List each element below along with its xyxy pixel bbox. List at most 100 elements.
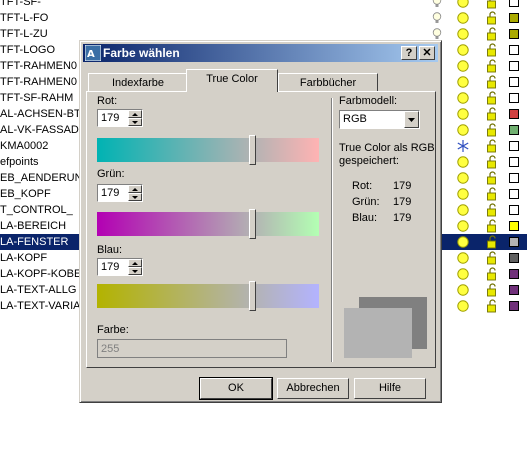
help-button[interactable]: Hilfe [354, 378, 426, 399]
color-swatch[interactable] [509, 301, 519, 311]
lock-icon[interactable] [485, 187, 499, 201]
color-swatch[interactable] [509, 173, 519, 183]
color-swatch[interactable] [509, 125, 519, 135]
lock-icon[interactable] [485, 299, 499, 313]
sun-icon[interactable] [456, 251, 470, 265]
lock-icon[interactable] [485, 171, 499, 185]
lock-icon[interactable] [485, 107, 499, 121]
tab-indexfarbe[interactable]: Indexfarbe [88, 73, 188, 93]
lock-icon[interactable] [485, 155, 499, 169]
color-swatch[interactable] [509, 77, 519, 87]
layer-row[interactable]: TFT-SF- [0, 0, 527, 10]
lock-icon[interactable] [485, 11, 499, 25]
color-swatch[interactable] [509, 253, 519, 263]
sun-icon[interactable] [456, 267, 470, 281]
color-swatch[interactable] [509, 45, 519, 55]
lock-icon[interactable] [485, 123, 499, 137]
color-model-label: Farbmodell: [339, 95, 398, 107]
lock-icon[interactable] [485, 251, 499, 265]
green-gradient[interactable] [97, 212, 319, 236]
color-swatch[interactable] [509, 285, 519, 295]
green-down-button[interactable] [128, 193, 142, 201]
color-swatch[interactable] [509, 93, 519, 103]
sun-icon[interactable] [456, 43, 470, 57]
ok-button[interactable]: OK [199, 377, 273, 400]
color-swatch[interactable] [509, 269, 519, 279]
green-spinner[interactable]: 179 [97, 184, 143, 202]
sun-icon[interactable] [456, 75, 470, 89]
lock-icon[interactable] [485, 219, 499, 233]
sun-icon[interactable] [456, 11, 470, 25]
color-swatch[interactable] [509, 29, 519, 39]
sun-icon[interactable] [456, 187, 470, 201]
tab-true-color[interactable]: True Color [186, 69, 278, 92]
color-swatch[interactable] [509, 189, 519, 199]
sun-icon[interactable] [456, 219, 470, 233]
sun-icon[interactable] [456, 59, 470, 73]
blue-up-button[interactable] [128, 259, 142, 267]
layer-name: LA-TEXT-VARIA [0, 300, 80, 312]
lock-icon[interactable] [485, 91, 499, 105]
color-swatch[interactable] [509, 0, 519, 7]
layer-row[interactable]: TFT-L-FO [0, 10, 527, 26]
close-button[interactable]: ✕ [419, 46, 435, 60]
sun-icon[interactable] [456, 299, 470, 313]
blue-label: Blau: [97, 244, 123, 256]
help-title-button[interactable]: ? [401, 46, 417, 60]
red-gradient[interactable] [97, 138, 319, 162]
sun-icon[interactable] [456, 203, 470, 217]
lock-icon[interactable] [485, 43, 499, 57]
sun-icon[interactable] [456, 235, 470, 249]
color-swatch[interactable] [509, 61, 519, 71]
sun-icon[interactable] [456, 91, 470, 105]
lock-icon[interactable] [485, 59, 499, 73]
layer-name: LA-TEXT-ALLG [0, 284, 77, 296]
color-label: Farbe: [97, 324, 129, 336]
tab-farbbuecher[interactable]: Farbbücher [278, 73, 378, 93]
color-swatch[interactable] [509, 205, 519, 215]
color-model-select[interactable]: RGB [339, 110, 420, 129]
red-slider-thumb[interactable] [249, 135, 256, 165]
layer-name: TFT-L-ZU [0, 28, 48, 40]
snowflake-icon[interactable] [456, 139, 470, 153]
lock-icon[interactable] [485, 0, 499, 9]
lock-icon[interactable] [485, 75, 499, 89]
sun-icon[interactable] [456, 155, 470, 169]
sun-icon[interactable] [456, 171, 470, 185]
title-bar[interactable]: A Farbe wählen ? ✕ [83, 44, 438, 62]
sun-icon[interactable] [456, 27, 470, 41]
sun-icon[interactable] [456, 107, 470, 121]
cancel-button[interactable]: Abbrechen [277, 378, 349, 399]
color-swatch[interactable] [509, 13, 519, 23]
lightbulb-icon[interactable] [432, 12, 442, 24]
blue-value: 179 [101, 261, 120, 273]
red-up-button[interactable] [128, 110, 142, 118]
color-swatch[interactable] [509, 109, 519, 119]
lock-icon[interactable] [485, 27, 499, 41]
arrow-down-icon [132, 196, 138, 199]
red-down-button[interactable] [128, 118, 142, 126]
lock-icon[interactable] [485, 283, 499, 297]
dropdown-button[interactable] [404, 111, 419, 128]
lock-icon[interactable] [485, 235, 499, 249]
blue-spinner[interactable]: 179 [97, 258, 143, 276]
green-slider-thumb[interactable] [249, 209, 256, 239]
color-swatch[interactable] [509, 221, 519, 231]
color-swatch[interactable] [509, 157, 519, 167]
sun-icon[interactable] [456, 123, 470, 137]
lightbulb-icon[interactable] [432, 0, 442, 8]
green-up-button[interactable] [128, 185, 142, 193]
red-spinner[interactable]: 179 [97, 109, 143, 127]
blue-slider-thumb[interactable] [249, 281, 256, 311]
color-swatch[interactable] [509, 237, 519, 247]
lock-icon[interactable] [485, 203, 499, 217]
lock-icon[interactable] [485, 139, 499, 153]
separator [331, 98, 333, 362]
lightbulb-icon[interactable] [432, 28, 442, 40]
lock-icon[interactable] [485, 267, 499, 281]
color-swatch[interactable] [509, 141, 519, 151]
blue-gradient[interactable] [97, 284, 319, 308]
sun-icon[interactable] [456, 0, 470, 9]
sun-icon[interactable] [456, 283, 470, 297]
blue-down-button[interactable] [128, 267, 142, 275]
